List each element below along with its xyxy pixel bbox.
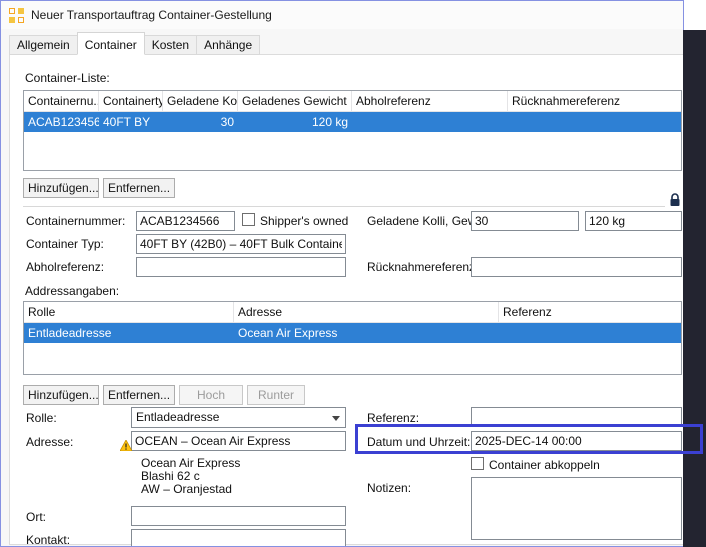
cell-geladene-kolli: 30 [220, 115, 234, 129]
containernummer-label: Containernummer: [26, 214, 126, 228]
column-header-adresse[interactable]: Adresse [234, 302, 499, 322]
cell-rolle: Entladeadresse [28, 326, 112, 340]
abholreferenz-input[interactable] [136, 257, 346, 277]
chevron-down-icon [332, 416, 340, 421]
tab-container[interactable]: Container [76, 32, 145, 55]
rucknahmereferenz-label: Rücknahmereferenz: [367, 260, 479, 274]
column-header-containertyp[interactable]: Containertyp [99, 91, 163, 111]
addresses-grid: Rolle Adresse Referenz Entladeadresse Oc… [23, 301, 682, 375]
address-detail-line-1: Ocean Air Express [141, 456, 241, 470]
cell-geladenes-gewicht: 120 kg [311, 115, 348, 129]
kontakt-input[interactable] [131, 529, 346, 546]
addresses-label: Addressangaben: [25, 284, 120, 298]
cell-containernummer: ACAB1234566 [28, 115, 99, 129]
transport-order-icon [9, 7, 24, 23]
column-header-referenz[interactable]: Referenz [499, 302, 681, 322]
tab-strip: Allgemein Container Kosten Anhänge [9, 32, 261, 55]
containertyp-label: Container Typ: [26, 237, 104, 251]
rucknahmereferenz-input[interactable] [471, 257, 682, 277]
shippers-owned-checkbox[interactable] [242, 213, 255, 226]
tab-kosten[interactable]: Kosten [143, 35, 198, 55]
container-list-row-selected[interactable]: ACAB1234566 40FT BY 30 120 kg [24, 112, 681, 132]
column-header-rolle[interactable]: Rolle [24, 302, 234, 322]
geladene-kolli-input[interactable] [471, 211, 579, 231]
dialog-neuer-transportauftrag: Neuer Transportauftrag Container-Gestell… [0, 0, 684, 547]
adresse-input[interactable] [131, 431, 346, 451]
addresses-header-row: Rolle Adresse Referenz [24, 302, 681, 323]
column-header-rucknahmereferenz[interactable]: Rücknahmereferenz [508, 91, 681, 111]
notizen-textarea[interactable] [471, 477, 682, 540]
ort-label: Ort: [26, 510, 46, 524]
background-app-edge [683, 30, 706, 547]
column-header-geladene-kolli[interactable]: Geladene Kolli [163, 91, 238, 111]
containernummer-input[interactable] [136, 211, 235, 231]
container-list-label: Container-Liste: [25, 71, 110, 85]
lock-icon [669, 193, 681, 208]
separator-line [23, 206, 665, 207]
abholreferenz-label: Abholreferenz: [26, 260, 105, 274]
kontakt-label: Kontakt: [26, 533, 71, 547]
cell-containertyp: 40FT BY [103, 115, 151, 129]
column-header-abholreferenz[interactable]: Abholreferenz [352, 91, 508, 111]
shippers-owned-label: Shipper's owned [260, 214, 349, 228]
ort-input[interactable] [131, 506, 346, 526]
address-down-button[interactable]: Runter [247, 385, 305, 405]
cell-rucknahmereferenz [508, 112, 681, 132]
title-bar: Neuer Transportauftrag Container-Gestell… [1, 1, 683, 29]
referenz-label: Referenz: [367, 411, 420, 425]
addresses-row-selected[interactable]: Entladeadresse Ocean Air Express [24, 323, 681, 343]
annotation-highlight [355, 424, 703, 454]
cell-adresse: Ocean Air Express [238, 326, 338, 340]
notizen-label: Notizen: [367, 481, 412, 495]
containertyp-input[interactable] [136, 234, 346, 254]
container-list-grid: Containernu... Containertyp Geladene Kol… [23, 90, 682, 171]
warning-icon [119, 439, 133, 452]
adresse-label: Adresse: [26, 435, 74, 449]
address-detail-line-3: AW – Oranjestad [141, 482, 232, 496]
rolle-label: Rolle: [26, 411, 57, 425]
address-add-button[interactable]: Hinzufügen... [23, 385, 99, 405]
address-remove-button[interactable]: Entfernen... [103, 385, 175, 405]
cell-referenz [499, 323, 681, 343]
column-header-geladenes-gewicht[interactable]: Geladenes Gewicht [238, 91, 352, 111]
container-add-button[interactable]: Hinzufügen... [23, 178, 99, 198]
window-title: Neuer Transportauftrag Container-Gestell… [31, 8, 272, 22]
container-abkoppeln-label: Container abkoppeln [489, 458, 600, 472]
container-abkoppeln-checkbox[interactable] [471, 457, 484, 470]
screen: Neuer Transportauftrag Container-Gestell… [0, 0, 706, 547]
rolle-select[interactable]: Entladeadresse [131, 407, 346, 428]
container-remove-button[interactable]: Entfernen... [103, 178, 175, 198]
cell-abholreferenz [352, 112, 508, 132]
rolle-select-value: Entladeadresse [136, 410, 220, 424]
container-list-header-row: Containernu... Containertyp Geladene Kol… [24, 91, 681, 112]
tab-anhaenge[interactable]: Anhänge [196, 35, 261, 55]
address-detail-line-2: Blashi 62 c [141, 469, 200, 483]
geladenes-gewicht-input[interactable] [585, 211, 682, 231]
tab-allgemein[interactable]: Allgemein [9, 35, 78, 55]
column-header-containernummer[interactable]: Containernu... [24, 91, 99, 111]
address-up-button[interactable]: Hoch [179, 385, 243, 405]
